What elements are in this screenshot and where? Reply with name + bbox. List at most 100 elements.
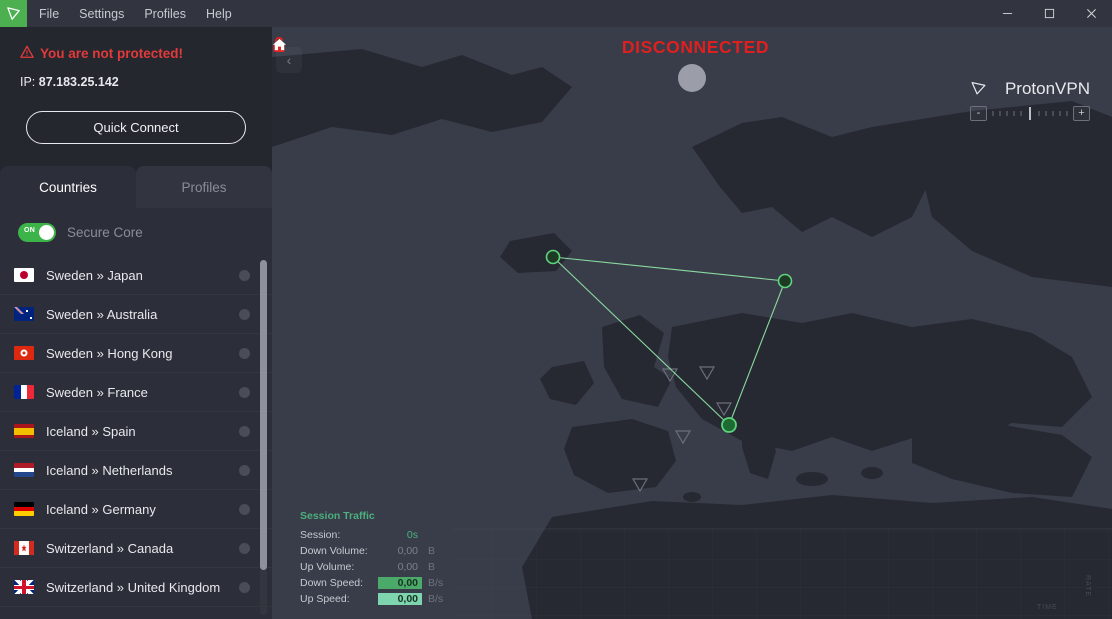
tab-profiles[interactable]: Profiles bbox=[136, 166, 272, 208]
connect-button[interactable] bbox=[239, 503, 250, 515]
flag-icon bbox=[14, 307, 34, 321]
toggle-state-label: ON bbox=[24, 226, 36, 234]
brand-block: ProtonVPN - + bbox=[970, 79, 1090, 121]
flag-icon bbox=[14, 580, 34, 594]
zoom-slider[interactable] bbox=[990, 106, 1070, 121]
traffic-row: Session: 0s bbox=[300, 527, 445, 543]
country-row[interactable]: Sweden » Japan bbox=[0, 256, 272, 295]
sidebar: You are not protected! IP: 87.183.25.142… bbox=[0, 27, 272, 619]
country-row[interactable]: Switzerland » Canada bbox=[0, 529, 272, 568]
menu-item-help[interactable]: Help bbox=[206, 7, 232, 21]
connect-button[interactable] bbox=[239, 425, 250, 437]
traffic-value: 0,00 bbox=[397, 545, 418, 557]
warning-triangle-icon bbox=[20, 45, 34, 62]
flag-icon bbox=[14, 541, 34, 555]
connect-button[interactable] bbox=[239, 581, 250, 593]
flag-icon bbox=[14, 268, 34, 282]
protonvpn-window: File Settings Profiles Help You are not … bbox=[0, 0, 1112, 619]
connect-button[interactable] bbox=[239, 464, 250, 476]
traffic-row: Up Speed: 0,00 B/s bbox=[300, 591, 445, 607]
minimize-icon[interactable] bbox=[986, 0, 1028, 27]
country-row[interactable]: Iceland » Spain bbox=[0, 412, 272, 451]
country-name: Sweden » France bbox=[46, 384, 148, 400]
status-badge: You are not protected! bbox=[20, 45, 252, 62]
connect-button[interactable] bbox=[239, 542, 250, 554]
connect-button[interactable] bbox=[239, 347, 250, 359]
connection-status-text: DISCONNECTED bbox=[621, 37, 770, 57]
traffic-label: Up Volume: bbox=[300, 561, 355, 573]
map-panel[interactable]: ‹ DISCONNECTED ProtonVPN - + Session Tra… bbox=[272, 27, 1112, 619]
country-name: Iceland » Netherlands bbox=[46, 462, 173, 478]
tab-countries[interactable]: Countries bbox=[0, 166, 136, 208]
protonvpn-logo-icon bbox=[0, 0, 27, 27]
traffic-label: Down Volume: bbox=[300, 545, 368, 557]
maximize-icon[interactable] bbox=[1028, 0, 1070, 27]
traffic-row: Down Volume: 0,00 B bbox=[300, 543, 445, 559]
country-name: Sweden » Australia bbox=[46, 306, 158, 322]
traffic-label: Down Speed: bbox=[300, 577, 364, 589]
traffic-value: 0,00 bbox=[378, 593, 422, 605]
menu-item-file[interactable]: File bbox=[39, 7, 59, 21]
country-row[interactable]: Iceland » Netherlands bbox=[0, 451, 272, 490]
secure-core-row: ON Secure Core bbox=[0, 208, 272, 256]
country-row[interactable]: Iceland » Germany bbox=[0, 490, 272, 529]
map-zoom-control[interactable]: - + bbox=[970, 106, 1090, 121]
country-name: Switzerland » Canada bbox=[46, 540, 174, 556]
menu-item-settings[interactable]: Settings bbox=[79, 7, 124, 21]
brand-name: ProtonVPN bbox=[1004, 79, 1090, 98]
connect-button[interactable] bbox=[239, 269, 250, 281]
title-bar: File Settings Profiles Help bbox=[0, 0, 1112, 27]
graph-axis-rate-label: RATE bbox=[1084, 574, 1091, 597]
secure-core-toggle[interactable]: ON bbox=[18, 222, 56, 242]
traffic-value: 0,00 bbox=[378, 577, 422, 589]
country-name: Switzerland » United Kingdom bbox=[46, 579, 221, 595]
flag-icon bbox=[14, 424, 34, 438]
country-row[interactable]: Sweden » Hong Kong bbox=[0, 334, 272, 373]
country-name: Sweden » Hong Kong bbox=[46, 345, 173, 361]
ip-label: IP: bbox=[20, 75, 36, 89]
window-controls bbox=[986, 0, 1112, 27]
zoom-out-button[interactable]: - bbox=[970, 106, 987, 121]
traffic-unit: B bbox=[428, 561, 436, 573]
country-list: Sweden » Japan Sweden » Australia Sweden »… bbox=[0, 256, 272, 619]
chevron-left-icon: ‹ bbox=[286, 52, 292, 68]
quick-connect-button[interactable]: Quick Connect bbox=[26, 111, 246, 144]
home-button[interactable] bbox=[272, 38, 706, 92]
country-list-scrollbar[interactable] bbox=[260, 260, 267, 615]
traffic-value: 0,00 bbox=[397, 561, 418, 573]
traffic-value: 0s bbox=[406, 529, 418, 541]
toggle-knob bbox=[39, 224, 54, 240]
close-icon[interactable] bbox=[1070, 0, 1112, 27]
secure-core-label: Secure Core bbox=[67, 224, 143, 240]
traffic-label: Session: bbox=[300, 529, 341, 541]
connect-button[interactable] bbox=[239, 386, 250, 398]
graph-axis-time-label: TIME bbox=[1037, 604, 1058, 611]
traffic-row: Down Speed: 0,00 B/s bbox=[300, 575, 445, 591]
sidebar-collapse-button[interactable]: ‹ bbox=[276, 47, 302, 73]
not-protected-text: You are not protected! bbox=[40, 46, 184, 61]
country-name: Iceland » Germany bbox=[46, 501, 156, 517]
traffic-unit: B/s bbox=[428, 593, 444, 605]
traffic-unit: B bbox=[428, 545, 436, 557]
traffic-label: Up Speed: bbox=[300, 593, 350, 605]
country-row[interactable]: Sweden » Australia bbox=[0, 295, 272, 334]
protection-status-block: You are not protected! IP: 87.183.25.142… bbox=[0, 27, 272, 166]
flag-icon bbox=[14, 502, 34, 516]
country-row[interactable]: Switzerland » United Kingdom bbox=[0, 568, 272, 607]
traffic-row: Up Volume: 0,00 B bbox=[300, 559, 445, 575]
flag-icon bbox=[14, 385, 34, 399]
menu-item-profiles[interactable]: Profiles bbox=[144, 7, 186, 21]
session-traffic-panel: Session Traffic Session: 0s Down Volume: 0,… bbox=[300, 510, 445, 607]
sidebar-tabs: Countries Profiles bbox=[0, 166, 272, 208]
traffic-unit: B/s bbox=[428, 577, 444, 589]
scrollbar-thumb[interactable] bbox=[260, 260, 267, 570]
flag-icon bbox=[14, 463, 34, 477]
session-traffic-title: Session Traffic bbox=[300, 510, 375, 522]
country-name: Sweden » Japan bbox=[46, 267, 143, 283]
ip-address-line: IP: 87.183.25.142 bbox=[20, 75, 252, 89]
connect-button[interactable] bbox=[239, 308, 250, 320]
country-row[interactable]: Sweden » France bbox=[0, 373, 272, 412]
ip-value: 87.183.25.142 bbox=[38, 75, 119, 89]
country-name: Iceland » Spain bbox=[46, 423, 136, 439]
zoom-in-button[interactable]: + bbox=[1073, 106, 1090, 121]
